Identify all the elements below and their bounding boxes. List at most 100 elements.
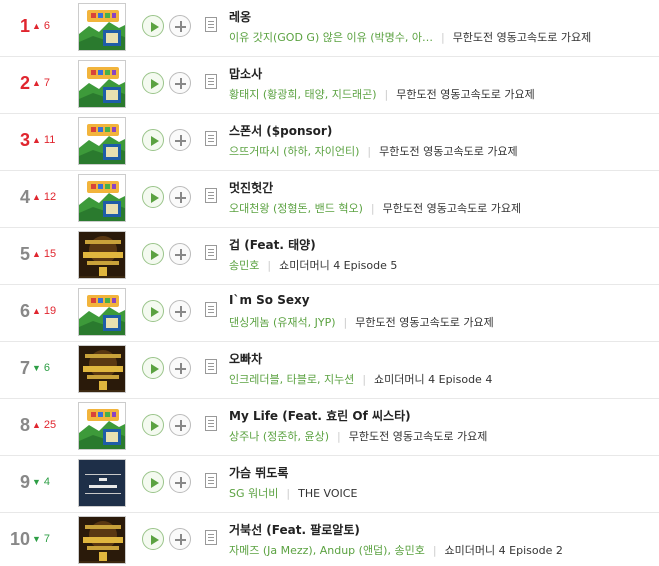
play-button[interactable] xyxy=(142,243,164,265)
artist-link[interactable]: 자메즈 (Ja Mezz), Andup (앤덥), 송민호 xyxy=(229,544,425,557)
play-button[interactable] xyxy=(142,129,164,151)
song-title[interactable]: 멋진헛간 xyxy=(229,179,273,196)
album-link[interactable]: 무한도전 영동고속도로 가요제 xyxy=(349,430,488,443)
album-link[interactable]: 무한도전 영동고속도로 가요제 xyxy=(355,316,494,329)
album-cover[interactable] xyxy=(78,459,126,507)
song-title[interactable]: 스폰서 ($ponsor) xyxy=(229,122,332,139)
song-title[interactable]: 오빠차 xyxy=(229,350,262,367)
album-cover[interactable] xyxy=(78,60,126,108)
rank-change: ▲ 19 xyxy=(30,285,70,342)
chart-row: 6 ▲ 19 I`m So Sexy 댄싱게놈 (유재석, JYP) | 무한도전 영동고속… xyxy=(0,285,659,342)
plus-icon xyxy=(175,192,186,203)
play-button[interactable] xyxy=(142,471,164,493)
artist-link[interactable]: 상주나 (정준하, 윤상) xyxy=(229,430,329,443)
lyrics-document-icon[interactable] xyxy=(205,245,217,260)
album-cover[interactable] xyxy=(78,231,126,279)
artist-link[interactable]: 오대천왕 (정형돈, 밴드 혁오) xyxy=(229,202,363,215)
rank-change-value: 12 xyxy=(43,191,57,203)
rank-number: 6 xyxy=(19,301,30,321)
song-title[interactable]: 거북선 (Feat. 팔로알토) xyxy=(229,521,360,538)
artist-link[interactable]: 황태지 (황광희, 태양, 지드래곤) xyxy=(229,88,377,101)
add-to-playlist-button[interactable] xyxy=(169,129,191,151)
rank-change-value: 15 xyxy=(43,248,57,260)
song-title[interactable]: 맙소사 xyxy=(229,65,262,82)
chart-row: 7 ▼ 6 오빠차인크레더블, 타블로, 지누션 | 쇼미더머니 4 Episode 4 xyxy=(0,342,659,399)
artist-link[interactable]: 인크레더블, 타블로, 지누션 xyxy=(229,373,354,386)
lyrics-document-icon[interactable] xyxy=(205,17,217,32)
play-button[interactable] xyxy=(142,15,164,37)
play-icon xyxy=(151,478,159,488)
artist-link[interactable]: 댄싱게놈 (유재석, JYP) xyxy=(229,316,336,329)
album-cover[interactable] xyxy=(78,516,126,564)
arrow-down-icon: ▼ xyxy=(32,477,41,487)
play-button[interactable] xyxy=(142,186,164,208)
add-to-playlist-button[interactable] xyxy=(169,471,191,493)
album-cover[interactable] xyxy=(78,345,126,393)
add-to-playlist-button[interactable] xyxy=(169,414,191,436)
separator: | xyxy=(432,544,437,557)
add-to-playlist-button[interactable] xyxy=(169,528,191,550)
song-title[interactable]: 겁 (Feat. 태양) xyxy=(229,236,316,253)
lyrics-document-icon[interactable] xyxy=(205,74,217,89)
play-button[interactable] xyxy=(142,357,164,379)
album-cover[interactable] xyxy=(78,402,126,450)
add-to-playlist-button[interactable] xyxy=(169,300,191,322)
plus-icon xyxy=(175,21,186,32)
album-link[interactable]: 무한도전 영동고속도로 가요제 xyxy=(396,88,535,101)
play-button[interactable] xyxy=(142,414,164,436)
rank-change-value: 7 xyxy=(43,77,51,89)
play-button[interactable] xyxy=(142,72,164,94)
song-title[interactable]: 레옹 xyxy=(229,8,251,25)
separator: | xyxy=(367,145,372,158)
lyrics-document-icon[interactable] xyxy=(205,473,217,488)
separator: | xyxy=(267,259,272,272)
song-meta: 송민호 | 쇼미더머니 4 Episode 5 xyxy=(229,257,397,273)
artist-link[interactable]: 송민호 xyxy=(229,259,259,272)
album-link[interactable]: THE VOICE xyxy=(298,487,357,500)
rank-change: ▲ 15 xyxy=(30,228,70,285)
song-title[interactable]: My Life (Feat. 효린 Of 씨스타) xyxy=(229,407,411,424)
song-title[interactable]: I`m So Sexy xyxy=(229,293,310,307)
song-meta: 자메즈 (Ja Mezz), Andup (앤덥), 송민호 | 쇼미더머니 4 E… xyxy=(229,542,563,558)
album-link[interactable]: 무한도전 영동고속도로 가요제 xyxy=(379,145,518,158)
album-cover[interactable] xyxy=(78,288,126,336)
lyrics-document-icon[interactable] xyxy=(205,302,217,317)
song-meta: 인크레더블, 타블로, 지누션 | 쇼미더머니 4 Episode 4 xyxy=(229,371,492,387)
play-button[interactable] xyxy=(142,300,164,322)
chart-row: 8 ▲ 25 My Life (Feat. 효린 Of 씨스타) 상주나 (정준하, 윤… xyxy=(0,399,659,456)
song-title[interactable]: 가슴 뛰도록 xyxy=(229,464,288,481)
album-link[interactable]: 쇼미더머니 4 Episode 2 xyxy=(445,544,563,557)
arrow-up-icon: ▲ xyxy=(32,135,41,145)
lyrics-document-icon[interactable] xyxy=(205,188,217,203)
add-to-playlist-button[interactable] xyxy=(169,72,191,94)
rank-change: ▲ 11 xyxy=(30,114,70,171)
add-to-playlist-button[interactable] xyxy=(169,15,191,37)
album-cover[interactable] xyxy=(78,174,126,222)
rank-number: 7 xyxy=(19,358,30,378)
add-to-playlist-button[interactable] xyxy=(169,186,191,208)
add-to-playlist-button[interactable] xyxy=(169,357,191,379)
album-link[interactable]: 쇼미더머니 4 Episode 4 xyxy=(374,373,492,386)
add-to-playlist-button[interactable] xyxy=(169,243,191,265)
album-link[interactable]: 무한도전 영동고속도로 가요제 xyxy=(383,202,522,215)
plus-icon xyxy=(175,78,186,89)
separator: | xyxy=(362,373,367,386)
lyrics-document-icon[interactable] xyxy=(205,131,217,146)
artist-link[interactable]: SG 워너비 xyxy=(229,487,278,500)
song-meta: 오대천왕 (정형돈, 밴드 혁오) | 무한도전 영동고속도로 가요제 xyxy=(229,200,521,216)
song-meta: 상주나 (정준하, 윤상) | 무한도전 영동고속도로 가요제 xyxy=(229,428,487,444)
album-link[interactable]: 쇼미더머니 4 Episode 5 xyxy=(279,259,397,272)
arrow-down-icon: ▼ xyxy=(32,363,41,373)
chart-row: 10 ▼ 7 거북선 (Feat. 팔로알토) 자메즈 (Ja Mezz), Andup… xyxy=(0,513,659,566)
album-link[interactable]: 무한도전 영동고속도로 가요제 xyxy=(453,31,592,44)
lyrics-document-icon[interactable] xyxy=(205,530,217,545)
album-cover[interactable] xyxy=(78,3,126,51)
play-button[interactable] xyxy=(142,528,164,550)
separator: | xyxy=(440,31,445,44)
artist-link[interactable]: 이유 갓지(GOD G) 않은 이유 (박명수, 아… xyxy=(229,31,433,44)
artist-link[interactable]: 으뜨거따시 (하하, 자이언티) xyxy=(229,145,359,158)
rank-change: ▼ 6 xyxy=(30,342,70,399)
lyrics-document-icon[interactable] xyxy=(205,359,217,374)
album-cover[interactable] xyxy=(78,117,126,165)
lyrics-document-icon[interactable] xyxy=(205,416,217,431)
